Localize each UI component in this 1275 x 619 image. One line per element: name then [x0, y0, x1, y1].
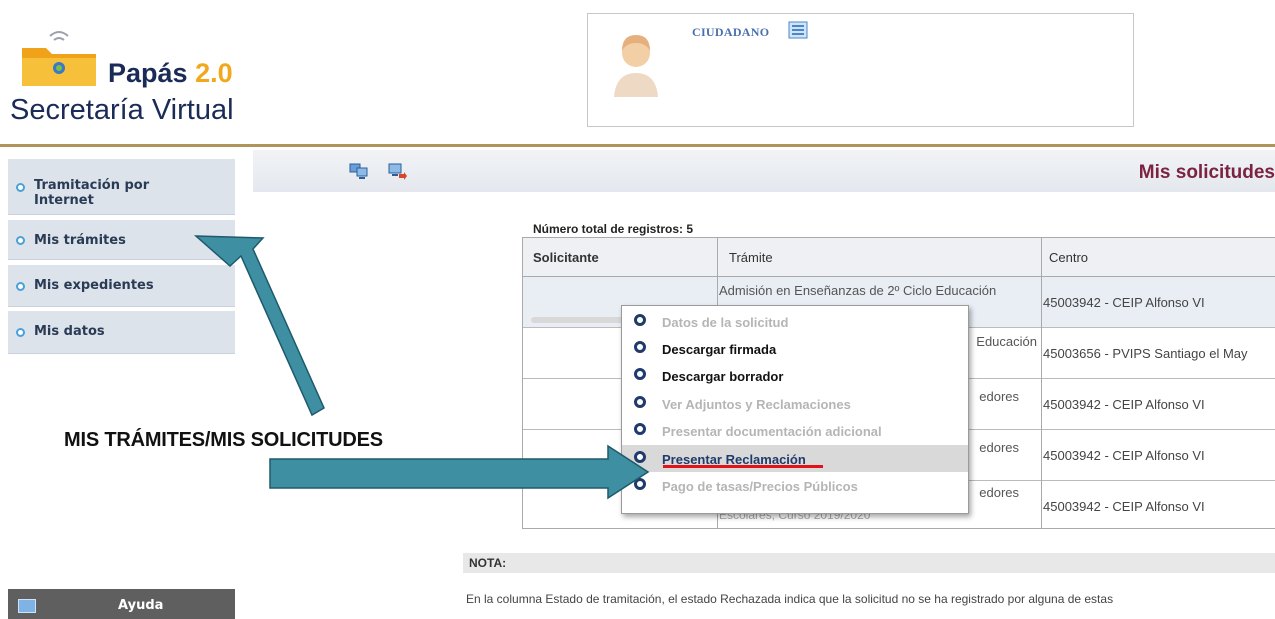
column-header-tramite[interactable]: Trámite: [729, 250, 773, 265]
menu-item-pago-tasas[interactable]: Pago de tasas/Precios Públicos: [622, 472, 968, 499]
sidebar-item-label: Mis expedientes: [34, 278, 154, 293]
bullet-icon: [16, 328, 25, 337]
note-title: NOTA:: [469, 556, 507, 570]
computer-arrow-icon[interactable]: [387, 162, 407, 180]
row-context-menu: Datos de la solicitud Descargar firmada …: [621, 305, 969, 514]
folder-logo-icon: [22, 31, 96, 86]
help-label: Ayuda: [118, 598, 164, 613]
radio-bullet-icon: [634, 314, 646, 326]
highlight-underline: [663, 465, 823, 468]
menu-item-datos-solicitud[interactable]: Datos de la solicitud: [622, 308, 968, 335]
note-header: NOTA:: [463, 553, 1275, 573]
menu-item-label: Descargar borrador: [662, 369, 784, 384]
app-version: 2.0: [195, 58, 233, 88]
app-name: Papás 2.0: [108, 58, 233, 89]
menu-item-label: Ver Adjuntos y Reclamaciones: [662, 397, 851, 412]
sidebar: Tramitación por Internet Mis trámites Mi…: [0, 147, 238, 619]
app-subtitle: Secretaría Virtual: [10, 94, 234, 126]
menu-item-label: Pago de tasas/Precios Públicos: [662, 479, 858, 494]
radio-bullet-icon: [634, 478, 646, 490]
menu-item-label: Descargar firmada: [662, 342, 777, 357]
radio-bullet-icon: [634, 396, 646, 408]
tramite-cell: Admisión en Enseñanzas de 2º Ciclo Educa…: [719, 283, 997, 298]
user-panel: CIUDADANO: [587, 13, 1134, 127]
bullet-icon: [16, 183, 25, 192]
book-icon: [18, 599, 36, 613]
column-divider: [1041, 238, 1042, 528]
menu-item-label: Presentar documentación adicional: [662, 424, 882, 439]
sidebar-item-label: Mis trámites: [34, 233, 126, 248]
menu-item-presentar-documentacion[interactable]: Presentar documentación adicional: [622, 417, 968, 444]
page-title: Mis solicitudes: [1138, 162, 1275, 183]
bullet-icon: [16, 282, 25, 291]
user-card-icon[interactable]: [788, 21, 808, 39]
note-text: En la columna Estado de tramitación, el …: [466, 592, 1114, 606]
sidebar-item-mis-datos[interactable]: Mis datos: [8, 311, 235, 354]
annotation-label: MIS TRÁMITES/MIS SOLICITUDES: [64, 429, 383, 451]
menu-item-ver-adjuntos[interactable]: Ver Adjuntos y Reclamaciones: [622, 390, 968, 417]
menu-item-descargar-firmada[interactable]: Descargar firmada: [622, 335, 968, 362]
radio-bullet-icon: [634, 451, 646, 463]
menu-item-descargar-borrador[interactable]: Descargar borrador: [622, 362, 968, 389]
bullet-icon: [16, 236, 25, 245]
column-header-centro[interactable]: Centro: [1049, 250, 1088, 265]
centro-cell: 45003942 - CEIP Alfonso VI: [1043, 448, 1205, 463]
radio-bullet-icon: [634, 368, 646, 380]
avatar: [614, 35, 658, 97]
column-header-solicitante[interactable]: Solicitante: [533, 250, 599, 265]
user-role: CIUDADANO: [692, 25, 770, 39]
centro-cell: 45003656 - PVIPS Santiago el May: [1043, 346, 1248, 361]
help-button[interactable]: Ayuda: [8, 589, 235, 619]
sidebar-item-mis-tramites[interactable]: Mis trámites: [8, 220, 235, 260]
radio-bullet-icon: [634, 341, 646, 353]
centro-cell: 45003942 - CEIP Alfonso VI: [1043, 397, 1205, 412]
table-header: Solicitante Trámite Centro: [523, 238, 1275, 277]
sidebar-item-mis-expedientes[interactable]: Mis expedientes: [8, 265, 235, 307]
centro-cell: 45003942 - CEIP Alfonso VI: [1043, 499, 1205, 514]
computers-icon[interactable]: [349, 162, 369, 180]
centro-cell: 45003942 - CEIP Alfonso VI: [1043, 295, 1205, 310]
logo: Papás 2.0 Secretaría Virtual: [10, 8, 240, 138]
menu-item-label: Datos de la solicitud: [662, 315, 789, 330]
content-toolbar: Mis solicitudes: [253, 150, 1275, 192]
record-count: Número total de registros: 5: [533, 222, 694, 236]
radio-bullet-icon: [634, 423, 646, 435]
sidebar-item-label: Tramitación por Internet: [34, 178, 150, 208]
sidebar-item-label: Mis datos: [34, 324, 105, 339]
sidebar-item-tramitacion[interactable]: Tramitación por Internet: [8, 159, 235, 215]
app-name-text: Papás: [108, 58, 188, 88]
